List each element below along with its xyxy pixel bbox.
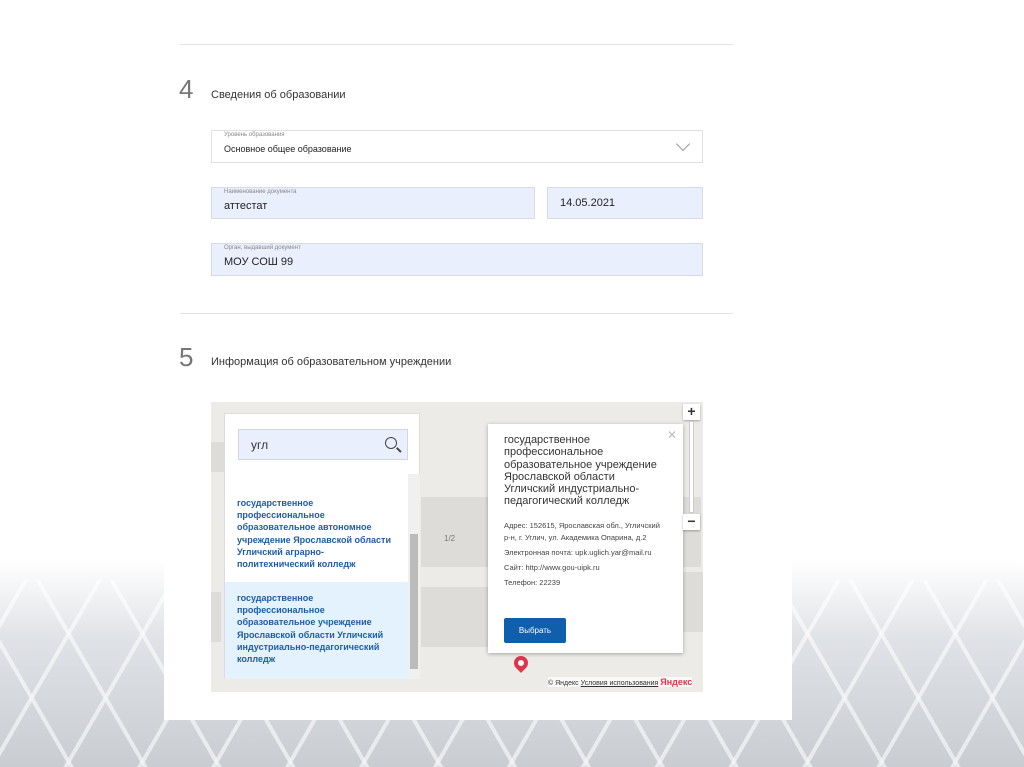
- document-name-input[interactable]: Наименование документа аттестат: [211, 187, 535, 219]
- map-label: 1/2: [444, 534, 456, 543]
- zoom-out-button[interactable]: −: [683, 514, 700, 530]
- result-item[interactable]: государственное профессиональное образов…: [225, 487, 408, 581]
- close-icon[interactable]: ✕: [667, 428, 677, 442]
- scrollbar-thumb[interactable]: [410, 534, 418, 669]
- popup-phone: Телефон: 22239: [504, 577, 561, 587]
- field-value: 14.05.2021: [560, 197, 616, 209]
- section-title: Информация об образовательном учреждении: [211, 356, 452, 368]
- institution-popup: ✕ государственное профессиональное образ…: [488, 424, 683, 653]
- field-label: Уровень образования: [224, 132, 285, 138]
- popup-email: Электронная почта: upk.uglich.yar@mail.r…: [504, 547, 652, 557]
- section-number: 5: [179, 342, 194, 372]
- search-input[interactable]: угл: [238, 429, 408, 460]
- chevron-down-icon: [675, 136, 691, 152]
- scrollbar[interactable]: [408, 474, 420, 679]
- field-value: МОУ СОШ 99: [224, 256, 294, 268]
- field-label: Орган, выдавший документ: [224, 245, 301, 251]
- document-date-input[interactable]: 14.05.2021: [547, 187, 703, 219]
- section-number: 4: [179, 74, 194, 104]
- popup-site: Сайт: http://www.gou-uipk.ru: [504, 562, 600, 572]
- copyright: © Яндекс: [548, 680, 579, 687]
- zoom-in-button[interactable]: +: [683, 404, 700, 420]
- result-item-selected[interactable]: государственное профессиональное образов…: [225, 582, 408, 679]
- field-value: аттестат: [224, 200, 268, 212]
- divider: [180, 44, 733, 45]
- map-footer: © Яндекс Условия использования Яндекс: [548, 677, 693, 687]
- popup-address: Адрес: 152615, Ярославская обл., Угличск…: [504, 520, 660, 542]
- terms-link[interactable]: Условия использования: [581, 680, 659, 687]
- divider: [180, 313, 733, 314]
- select-button[interactable]: Выбрать: [504, 618, 566, 643]
- section-title: Сведения об образовании: [211, 89, 346, 101]
- field-value: Основное общее образование: [224, 144, 352, 154]
- yandex-logo[interactable]: Яндекс: [660, 677, 692, 687]
- search-value: угл: [251, 438, 269, 452]
- zoom-slider[interactable]: [689, 421, 694, 513]
- field-label: Наименование документа: [224, 189, 297, 195]
- search-icon[interactable]: [385, 437, 397, 449]
- issuer-input[interactable]: Орган, выдавший документ МОУ СОШ 99: [211, 243, 703, 276]
- education-level-select[interactable]: Уровень образования Основное общее образ…: [211, 130, 703, 163]
- search-panel: угл государственное профессиональное обр…: [224, 413, 420, 679]
- popup-title: государственное профессиональное образов…: [504, 434, 657, 508]
